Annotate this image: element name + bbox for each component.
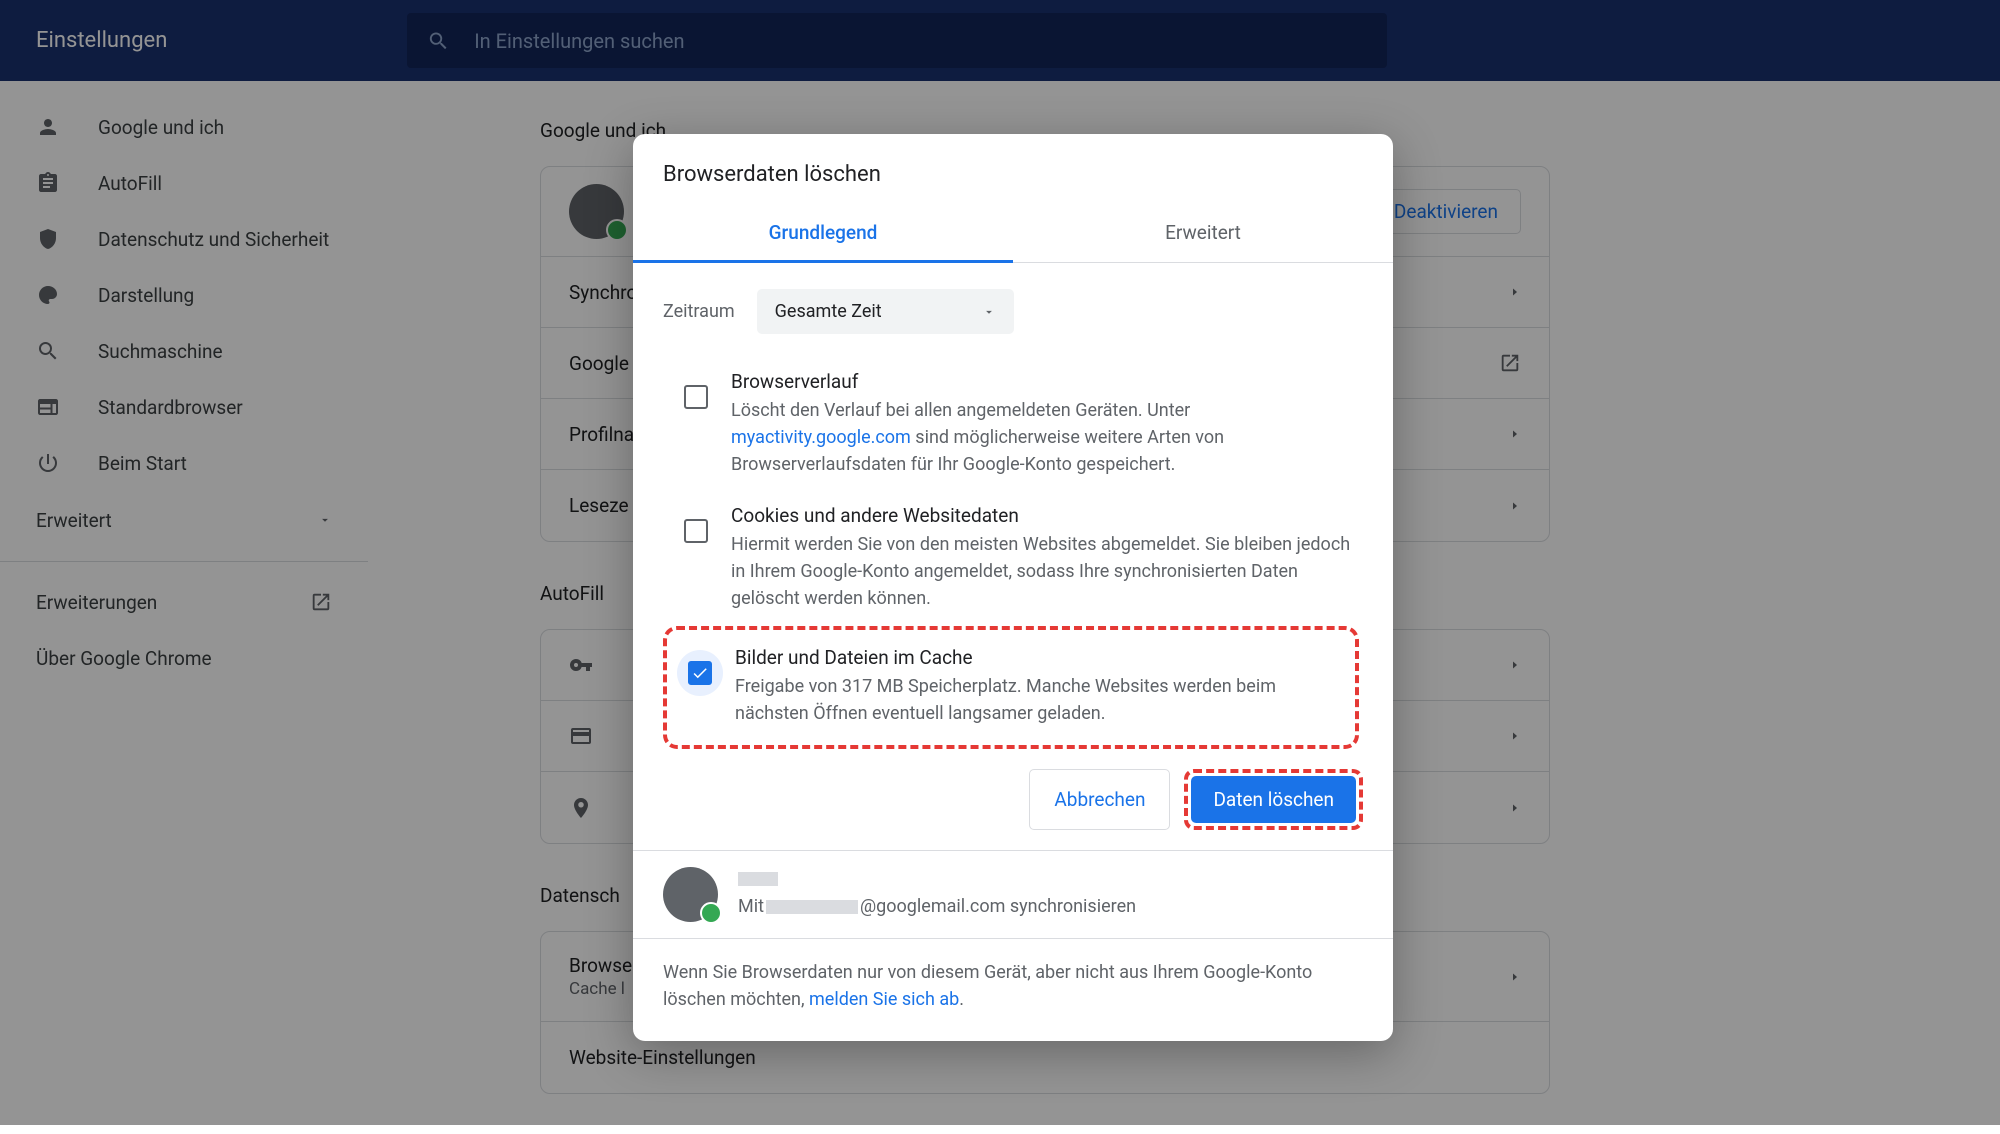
dialog-footer-note: Wenn Sie Browserdaten nur von diesem Ger… [633, 939, 1393, 1041]
cache-desc: Freigabe von 317 MB Speicherplatz. Manch… [735, 673, 1351, 727]
time-range-label: Zeitraum [663, 301, 735, 322]
tab-basic[interactable]: Grundlegend [633, 205, 1013, 263]
confirm-highlight: Daten löschen [1184, 769, 1363, 830]
dialog-title: Browserdaten löschen [633, 134, 1393, 205]
history-checkbox[interactable] [684, 385, 708, 409]
cookies-checkbox[interactable] [684, 519, 708, 543]
tab-advanced[interactable]: Erweitert [1013, 205, 1393, 263]
time-range-value: Gesamte Zeit [775, 301, 882, 322]
dialog-actions: Abbrechen Daten löschen [633, 757, 1393, 850]
sync-info-row: Mit @googlemail.com synchronisieren [633, 850, 1393, 939]
clear-data-dialog: Browserdaten löschen Grundlegend Erweite… [633, 134, 1393, 1041]
history-desc: Löscht den Verlauf bei allen angemeldete… [731, 397, 1363, 478]
sync-email: Mit @googlemail.com synchronisieren [738, 896, 1136, 917]
time-range-row: Zeitraum Gesamte Zeit [663, 289, 1363, 334]
history-option: Browserverlauf Löscht den Verlauf bei al… [663, 358, 1363, 492]
dialog-tabs: Grundlegend Erweitert [633, 205, 1393, 263]
time-range-select[interactable]: Gesamte Zeit [757, 289, 1014, 334]
cookies-title: Cookies und andere Websitedaten [731, 504, 1363, 527]
chevron-down-icon [982, 305, 996, 319]
cache-highlight: Bilder und Dateien im Cache Freigabe von… [663, 626, 1359, 749]
cache-option: Bilder und Dateien im Cache Freigabe von… [667, 634, 1351, 741]
dialog-body: Zeitraum Gesamte Zeit Browserverlauf Lös… [633, 263, 1393, 749]
signout-link[interactable]: melden Sie sich ab [809, 989, 959, 1010]
history-title: Browserverlauf [731, 370, 1363, 393]
cookies-desc: Hiermit werden Sie von den meisten Websi… [731, 531, 1363, 612]
clear-data-button[interactable]: Daten löschen [1191, 776, 1356, 823]
myactivity-link[interactable]: myactivity.google.com [731, 427, 911, 448]
cookies-option: Cookies und andere Websitedaten Hiermit … [663, 492, 1363, 626]
avatar [663, 867, 718, 922]
cache-checkbox[interactable] [688, 661, 712, 685]
redacted-email [766, 900, 858, 914]
cancel-button[interactable]: Abbrechen [1029, 769, 1170, 830]
redacted-name [738, 872, 778, 886]
cache-title: Bilder und Dateien im Cache [735, 646, 1351, 669]
